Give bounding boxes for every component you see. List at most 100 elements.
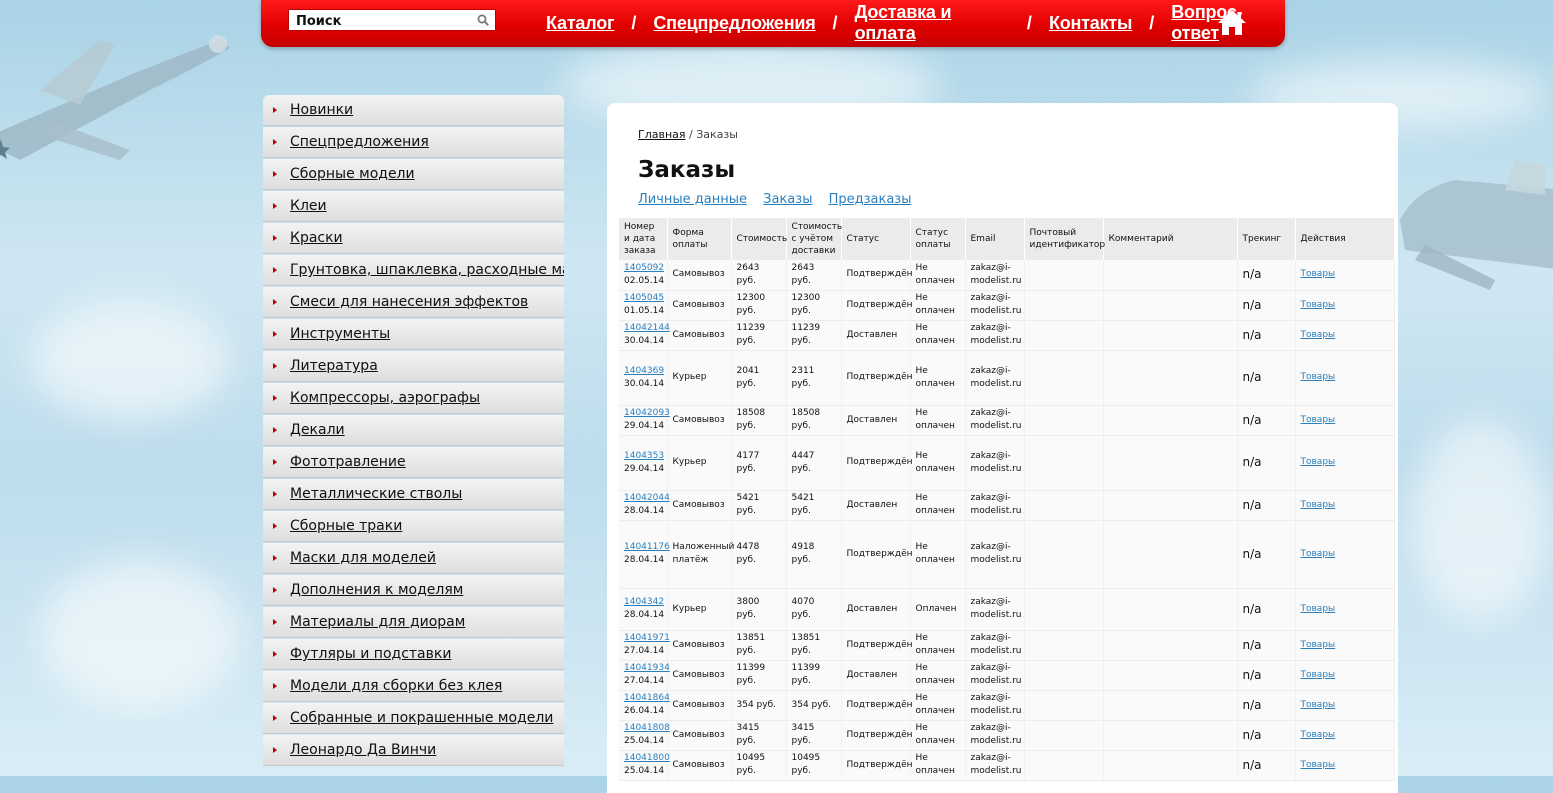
order-number-link[interactable]: 1405045 xyxy=(624,293,664,303)
order-items-link[interactable]: Товары xyxy=(1301,760,1336,770)
sidebar-item[interactable]: Смеси для нанесения эффектов xyxy=(263,287,564,318)
table-row: 14042093 29.04.14 Самовывоз 18508 руб. 18508… xyxy=(619,405,1395,436)
order-number-link[interactable]: 14041176 xyxy=(624,542,670,552)
order-items-link[interactable]: Товары xyxy=(1301,700,1336,710)
sidebar-item[interactable]: Компрессоры, аэрографы xyxy=(263,383,564,414)
sidebar-item-link[interactable]: Клеи xyxy=(290,198,327,214)
sidebar-item-link[interactable]: Маски для моделей xyxy=(290,550,436,566)
order-number-cell: 1404353 29.04.14 xyxy=(619,435,668,491)
nav-contacts[interactable]: Контакты xyxy=(1049,13,1132,34)
order-number-link[interactable]: 14041800 xyxy=(624,753,670,763)
sidebar-item[interactable]: Грунтовка, шпаклевка, расходные материал… xyxy=(263,255,564,286)
order-number-link[interactable]: 1405092 xyxy=(624,263,664,273)
nav-delivery-payment[interactable]: Доставка и оплата xyxy=(855,2,1010,44)
order-number-link[interactable]: 14042093 xyxy=(624,408,670,418)
sidebar-item[interactable]: Новинки xyxy=(263,95,564,126)
sidebar-item[interactable]: Краски xyxy=(263,223,564,254)
nav-catalog[interactable]: Каталог xyxy=(546,13,615,34)
order-number-link[interactable]: 1404353 xyxy=(624,451,664,461)
sidebar-item[interactable]: Модели для сборки без клея xyxy=(263,671,564,702)
sidebar-item-link[interactable]: Дополнения к моделям xyxy=(290,582,463,598)
order-items-link[interactable]: Товары xyxy=(1301,730,1336,740)
order-items-link[interactable]: Товары xyxy=(1301,330,1336,340)
sidebar-item[interactable]: Инструменты xyxy=(263,319,564,350)
sidebar-item-link[interactable]: Смеси для нанесения эффектов xyxy=(290,294,528,310)
cloud-decoration xyxy=(40,560,240,710)
tab-orders[interactable]: Заказы xyxy=(763,192,812,207)
order-number-link[interactable]: 14041934 xyxy=(624,663,670,673)
bullet-arrow-icon xyxy=(273,491,277,497)
sidebar-item-link[interactable]: Металлические стволы xyxy=(290,486,462,502)
home-icon[interactable] xyxy=(1217,9,1247,36)
comment-cell xyxy=(1103,520,1238,589)
order-items-link[interactable]: Товары xyxy=(1301,670,1336,680)
sidebar-item-link[interactable]: Грунтовка, шпаклевка, расходные материал… xyxy=(290,262,564,278)
order-number-link[interactable]: 14041971 xyxy=(624,633,670,643)
sidebar-item[interactable]: Собранные и покрашенные модели xyxy=(263,703,564,734)
sidebar-item[interactable]: Леонардо Да Винчи xyxy=(263,735,564,766)
sidebar-item-link[interactable]: Собранные и покрашенные модели xyxy=(290,710,553,726)
sidebar-item-link[interactable]: Материалы для диорам xyxy=(290,614,465,630)
sidebar-item[interactable]: Сборные модели xyxy=(263,159,564,190)
tab-personal-data[interactable]: Личные данные xyxy=(638,192,747,207)
bullet-arrow-icon xyxy=(273,203,277,209)
nav-special-offers[interactable]: Спецпредложения xyxy=(653,13,815,34)
search-input[interactable] xyxy=(289,11,466,32)
sidebar-item[interactable]: Фототравление xyxy=(263,447,564,478)
bullet-arrow-icon xyxy=(273,555,277,561)
sidebar-item-link[interactable]: Сборные траки xyxy=(290,518,402,534)
breadcrumb-home-link[interactable]: Главная xyxy=(638,128,686,141)
order-date: 27.04.14 xyxy=(624,646,665,656)
order-number-link[interactable]: 1404369 xyxy=(624,366,664,376)
sidebar-item[interactable]: Маски для моделей xyxy=(263,543,564,574)
order-items-link[interactable]: Товары xyxy=(1301,269,1336,279)
order-number-link[interactable]: 14041864 xyxy=(624,693,670,703)
sidebar-item-link[interactable]: Литература xyxy=(290,358,378,374)
sidebar-item[interactable]: Сборные траки xyxy=(263,511,564,542)
order-number-cell: 14042144 30.04.14 xyxy=(619,320,670,351)
comment-cell xyxy=(1103,690,1238,721)
sidebar-item[interactable]: Литература xyxy=(263,351,564,382)
order-number-link[interactable]: 14042044 xyxy=(624,493,670,503)
sidebar-item-link[interactable]: Футляры и подставки xyxy=(290,646,451,662)
order-items-link[interactable]: Товары xyxy=(1301,549,1336,559)
total-cost-cell: 4918 руб. xyxy=(786,520,842,589)
payment-status-cell: Не оплачен xyxy=(910,690,966,721)
sidebar-item-link[interactable]: Краски xyxy=(290,230,343,246)
order-items-link[interactable]: Товары xyxy=(1301,457,1336,467)
sidebar-item-link[interactable]: Новинки xyxy=(290,102,353,118)
total-cost-cell: 11399 руб. xyxy=(786,660,842,691)
order-number-link[interactable]: 14042144 xyxy=(624,323,670,333)
sidebar-item[interactable]: Клеи xyxy=(263,191,564,222)
sidebar-item-link[interactable]: Декали xyxy=(290,422,345,438)
order-items-link[interactable]: Товары xyxy=(1301,640,1336,650)
sidebar-item-link[interactable]: Леонардо Да Винчи xyxy=(290,742,436,758)
column-header: Стоимость xyxy=(731,218,787,260)
order-number-link[interactable]: 14041808 xyxy=(624,723,670,733)
total-cost-cell: 18508 руб. xyxy=(786,405,842,436)
sidebar-item-link[interactable]: Модели для сборки без клея xyxy=(290,678,502,694)
order-number-link[interactable]: 1404342 xyxy=(624,597,664,607)
cost-cell: 2041 руб. xyxy=(731,350,787,406)
sidebar-item-link[interactable]: Фототравление xyxy=(290,454,406,470)
order-items-link[interactable]: Товары xyxy=(1301,300,1336,310)
sidebar-item-link[interactable]: Инструменты xyxy=(290,326,390,342)
orders-table-header: Номер и дата заказа Форма оплаты Стоимость… xyxy=(619,218,1395,260)
sidebar-item[interactable]: Футляры и подставки xyxy=(263,639,564,670)
sidebar-item-link[interactable]: Спецпредложения xyxy=(290,134,429,150)
order-items-link[interactable]: Товары xyxy=(1301,372,1336,382)
sidebar-item[interactable]: Спецпредложения xyxy=(263,127,564,158)
sidebar-item-link[interactable]: Сборные модели xyxy=(290,166,415,182)
tab-preorders[interactable]: Предзаказы xyxy=(829,192,912,207)
order-items-link[interactable]: Товары xyxy=(1301,500,1336,510)
order-items-link[interactable]: Товары xyxy=(1301,415,1336,425)
search-icon[interactable] xyxy=(477,14,489,26)
tracking-cell: n/a xyxy=(1237,320,1296,351)
sidebar-item[interactable]: Металлические стволы xyxy=(263,479,564,510)
sidebar-item-link[interactable]: Компрессоры, аэрографы xyxy=(290,390,480,406)
search-box xyxy=(288,9,496,32)
sidebar-item[interactable]: Материалы для диорам xyxy=(263,607,564,638)
sidebar-item[interactable]: Декали xyxy=(263,415,564,446)
order-items-link[interactable]: Товары xyxy=(1301,604,1336,614)
sidebar-item[interactable]: Дополнения к моделям xyxy=(263,575,564,606)
